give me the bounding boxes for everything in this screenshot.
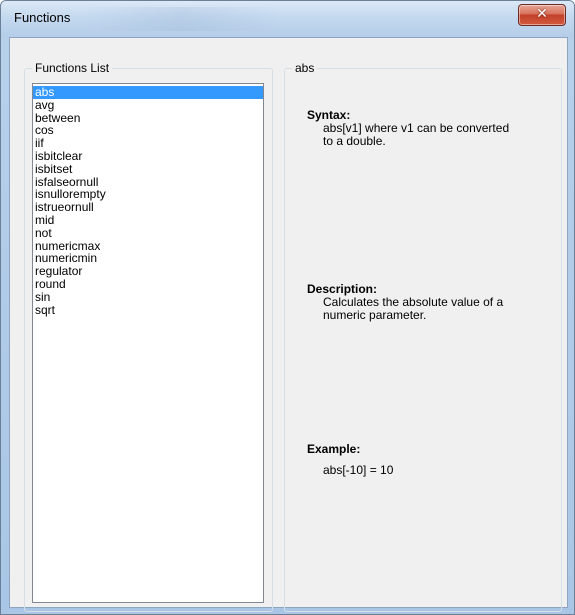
description-label: Description: [307,282,378,296]
function-list-item[interactable]: round [33,278,263,291]
description-line: numeric parameter. [323,308,427,322]
function-list-item[interactable]: istrueornull [33,201,263,214]
example-text: abs[-10] = 10 [323,463,394,477]
title-bar[interactable]: Functions ✕ [1,1,574,37]
close-button[interactable]: ✕ [518,4,566,26]
function-details-legend: abs [292,61,318,75]
function-list-item[interactable]: abs [33,86,263,99]
functions-dialog: Functions ✕ Functions List abs avg between… [0,0,575,615]
window-title: Functions [14,10,71,25]
syntax-line: to a double. [323,134,386,148]
title-bar-glass [81,7,281,31]
function-list-item[interactable]: mid [33,214,263,227]
function-list-item[interactable]: isbitclear [33,150,263,163]
function-list-item[interactable]: isbitset [33,162,263,176]
function-list-item[interactable]: between [33,111,263,125]
function-details-group: abs [284,61,562,612]
functions-list-legend: Functions List [32,61,113,75]
functions-listbox[interactable]: abs avg between cos iif isbitclear isbitset isf… [32,83,264,603]
function-list-item[interactable]: sin [33,290,263,304]
example-label: Example: [307,442,361,456]
syntax-text: abs[v1] where v1 can be converted to a d… [323,122,509,148]
description-text: Calculates the absolute value of a numer… [323,296,503,322]
function-list-item[interactable]: avg [33,98,263,112]
close-icon: ✕ [536,6,548,22]
function-list-item[interactable]: cos [33,124,263,137]
syntax-label: Syntax: [307,108,351,122]
function-list-item[interactable]: not [33,226,263,240]
function-list-item[interactable]: regulator [33,265,263,278]
function-list-item[interactable]: sqrt [33,303,263,317]
